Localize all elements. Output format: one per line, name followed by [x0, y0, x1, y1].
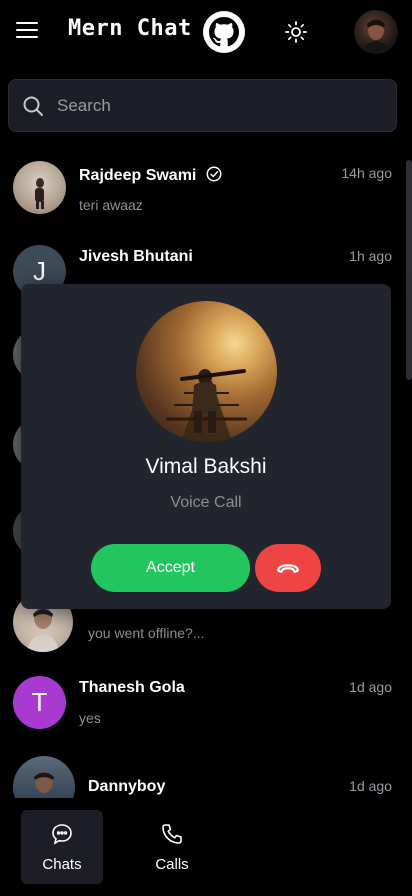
caller-name: Vimal Bakshi — [145, 455, 267, 478]
message-time: 1h ago — [349, 248, 392, 264]
nav-chats-label: Chats — [42, 855, 82, 873]
nav-calls-label: Calls — [155, 855, 189, 873]
last-message: you went offline?... — [88, 625, 205, 641]
app-header: Mern Chat — [0, 0, 412, 64]
chat-item[interactable]: T Thanesh Gola 1d ago yes — [0, 672, 400, 756]
theme-toggle-button[interactable] — [284, 20, 308, 44]
verified-icon — [206, 166, 222, 182]
contact-name: Rajdeep Swami — [79, 165, 223, 185]
contact-name: Jivesh Bhutani — [79, 248, 193, 265]
contact-avatar: T — [13, 676, 66, 729]
call-type-label: Voice Call — [170, 494, 242, 511]
message-time: 1d ago — [349, 679, 392, 695]
search-bar[interactable] — [8, 79, 397, 132]
nav-calls[interactable]: Calls — [131, 810, 213, 884]
last-message: teri awaaz — [79, 197, 143, 213]
github-button[interactable] — [203, 11, 245, 53]
message-time: 1d ago — [349, 778, 392, 794]
decline-call-button[interactable] — [255, 544, 321, 592]
nav-chats[interactable]: Chats — [21, 810, 103, 884]
contact-name-text: Rajdeep Swami — [79, 167, 197, 184]
caller-avatar — [136, 301, 277, 442]
hamburger-menu-icon[interactable] — [16, 22, 38, 40]
message-time: 14h ago — [341, 165, 392, 181]
accept-call-button[interactable]: Accept — [91, 544, 250, 592]
chat-item[interactable]: Rajdeep Swami 14h ago teri awaaz — [0, 155, 400, 239]
search-input[interactable] — [57, 95, 357, 116]
incoming-call-modal: Vimal Bakshi Voice Call Accept — [21, 284, 391, 609]
bottom-navigation: Chats Calls — [0, 798, 412, 896]
scrollbar[interactable] — [406, 160, 412, 380]
github-icon — [209, 17, 239, 47]
chat-bubble-icon — [52, 823, 72, 845]
phone-hangup-icon — [277, 564, 299, 573]
contact-name: Thanesh Gola — [79, 679, 185, 696]
sun-icon — [285, 21, 307, 43]
phone-icon — [162, 823, 182, 844]
app-title: Mern Chat — [68, 16, 192, 41]
user-avatar[interactable] — [354, 10, 398, 54]
search-icon — [23, 96, 43, 116]
contact-name: Dannyboy — [88, 778, 166, 795]
contact-avatar — [13, 161, 66, 214]
last-message: yes — [79, 710, 101, 726]
